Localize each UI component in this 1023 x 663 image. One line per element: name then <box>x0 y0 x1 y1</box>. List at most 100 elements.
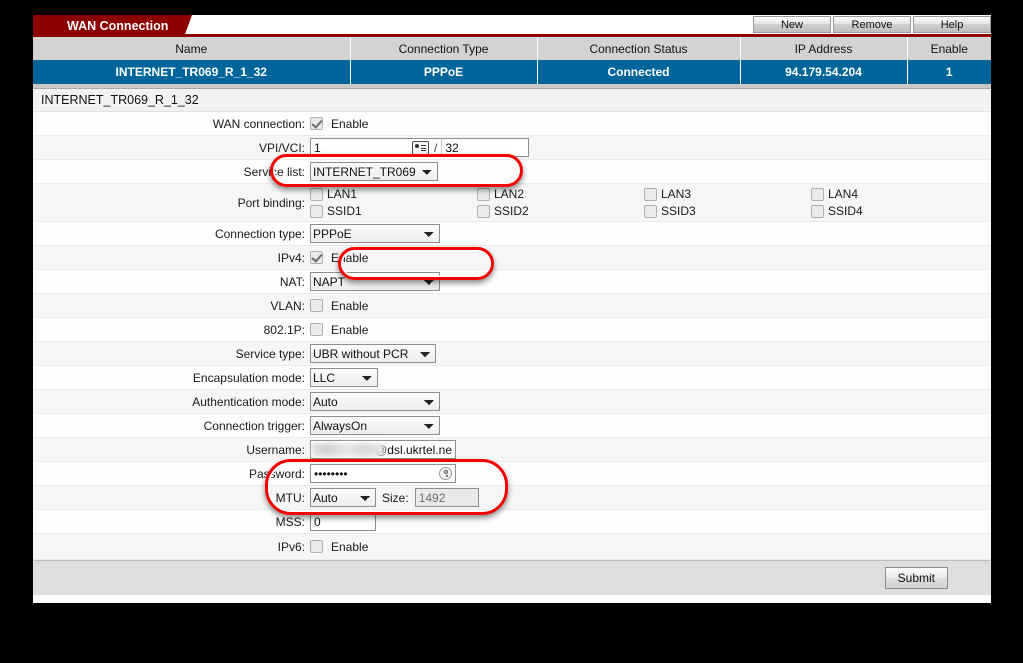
port-binding-ssid2[interactable]: SSID2 <box>477 204 644 218</box>
ssid3-label: SSID3 <box>661 204 696 218</box>
lan4-checkbox[interactable] <box>811 187 824 201</box>
connection-trigger-select[interactable]: AlwaysOn <box>310 416 440 435</box>
encapsulation-mode-select[interactable]: LLC <box>310 368 378 387</box>
label-vlan: VLAN: <box>270 298 305 313</box>
cell-name[interactable]: INTERNET_TR069_R_1_32 <box>33 60 351 84</box>
service-list-select[interactable]: INTERNET_TR069 <box>310 162 438 181</box>
col-header-ip-address: IP Address <box>740 37 908 60</box>
port-binding-lan3[interactable]: LAN3 <box>644 187 811 201</box>
col-header-name: Name <box>33 37 351 60</box>
wan-connection-checkbox[interactable] <box>310 117 323 130</box>
label-mtu: MTU: <box>275 490 305 505</box>
ssid2-checkbox[interactable] <box>477 204 490 218</box>
port-binding-ssid4[interactable]: SSID4 <box>811 204 978 218</box>
mtu-select[interactable]: Auto <box>310 488 376 507</box>
row-encapsulation-mode: Encapsulation mode: LLC <box>33 366 991 390</box>
username-input[interactable] <box>310 440 456 459</box>
lan2-label: LAN2 <box>494 187 525 201</box>
row-mss: MSS: <box>33 510 991 534</box>
table-row[interactable]: INTERNET_TR069_R_1_32 PPPoE Connected 94… <box>33 60 991 84</box>
connection-type-select[interactable]: PPPoE <box>310 224 440 243</box>
table-header-row: Name Connection Type Connection Status I… <box>33 37 991 60</box>
router-config-page: WAN Connection New Remove Help Name Conn… <box>33 15 991 603</box>
connection-list-table: Name Connection Type Connection Status I… <box>33 37 991 84</box>
row-password: Password: <box>33 462 991 486</box>
row-connection-type: Connection type: PPPoE <box>33 222 991 246</box>
lan1-checkbox[interactable] <box>310 187 323 201</box>
ipv6-checkbox-label: Enable <box>331 539 369 554</box>
form-footer: Submit <box>33 560 991 595</box>
label-service-type: Service type: <box>235 346 305 361</box>
label-encapsulation-mode: Encapsulation mode: <box>192 370 305 385</box>
username-field-group <box>310 440 456 459</box>
label-connection-trigger: Connection trigger: <box>203 418 305 433</box>
tab-wan-connection[interactable]: WAN Connection <box>33 15 193 37</box>
row-port-binding: Port binding: LAN1 LAN2 LAN3 LAN4 SSID1 … <box>33 184 991 222</box>
label-ipv6: IPv6: <box>277 539 305 554</box>
row-service-type: Service type: UBR without PCR <box>33 342 991 366</box>
port-binding-lan1[interactable]: LAN1 <box>310 187 477 201</box>
label-mss: MSS: <box>275 514 305 529</box>
row-vpi-vci: VPI/VCI: / <box>33 136 991 160</box>
row-ipv6: IPv6: Enable <box>33 534 991 560</box>
row-802-1p: 802.1P: Enable <box>33 318 991 342</box>
row-username: Username: <box>33 438 991 462</box>
label-username: Username: <box>246 442 305 457</box>
remove-button[interactable]: Remove <box>833 16 911 33</box>
lan2-checkbox[interactable] <box>477 187 490 201</box>
label-802-1p: 802.1P: <box>263 322 305 337</box>
service-type-select[interactable]: UBR without PCR <box>310 344 436 363</box>
contact-autofill-icon[interactable] <box>412 140 429 155</box>
port-binding-lan2[interactable]: LAN2 <box>477 187 644 201</box>
port-binding-lan4[interactable]: LAN4 <box>811 187 978 201</box>
mtu-size-input <box>414 488 479 507</box>
password-reveal-icon[interactable] <box>439 467 452 480</box>
cell-enable[interactable]: 1 <box>907 60 991 84</box>
row-vlan: VLAN: Enable <box>33 294 991 318</box>
new-button[interactable]: New <box>753 16 831 33</box>
tab-label: WAN Connection <box>67 19 169 33</box>
wan-connection-checkbox-label: Enable <box>331 116 369 131</box>
ssid1-checkbox[interactable] <box>310 204 323 218</box>
vci-input[interactable] <box>441 139 529 156</box>
cell-ip-address[interactable]: 94.179.54.204 <box>740 60 908 84</box>
ipv6-checkbox[interactable] <box>310 540 323 553</box>
label-wan-connection: WAN connection: <box>212 116 305 131</box>
ssid4-label: SSID4 <box>828 204 863 218</box>
dot1p-checkbox-label: Enable <box>331 322 369 337</box>
vlan-checkbox-label: Enable <box>331 298 369 313</box>
vlan-checkbox[interactable] <box>310 299 323 312</box>
lan1-label: LAN1 <box>327 187 358 201</box>
ssid4-checkbox[interactable] <box>811 204 824 218</box>
port-binding-grid: LAN1 LAN2 LAN3 LAN4 SSID1 SSID2 SSID3 SS… <box>310 184 991 221</box>
password-input[interactable] <box>310 464 456 483</box>
label-nat: NAT: <box>279 274 305 289</box>
label-password: Password: <box>248 466 305 481</box>
cell-connection-type[interactable]: PPPoE <box>350 60 538 84</box>
vpi-vci-field-group: / <box>310 138 530 157</box>
port-binding-ssid1[interactable]: SSID1 <box>310 204 477 218</box>
cell-connection-status[interactable]: Connected <box>537 60 741 84</box>
label-port-binding: Port binding: <box>237 195 305 210</box>
row-wan-connection: WAN connection: Enable <box>33 112 991 136</box>
detail-form: WAN connection: Enable VPI/VCI: / Servic… <box>33 112 991 560</box>
submit-button[interactable]: Submit <box>884 567 948 589</box>
authentication-mode-select[interactable]: Auto <box>310 392 440 411</box>
ssid3-checkbox[interactable] <box>644 204 657 218</box>
lan3-checkbox[interactable] <box>644 187 657 201</box>
dot1p-checkbox[interactable] <box>310 323 323 336</box>
tab-strip: WAN Connection New Remove Help <box>33 15 991 37</box>
help-button[interactable]: Help <box>913 16 991 33</box>
row-mtu: MTU: Auto Size: <box>33 486 991 510</box>
vpi-vci-separator: / <box>434 140 438 155</box>
ipv4-checkbox-label: Enable <box>331 250 369 265</box>
vpi-input[interactable] <box>311 139 412 156</box>
row-service-list: Service list: INTERNET_TR069 <box>33 160 991 184</box>
nat-select[interactable]: NAPT <box>310 272 440 291</box>
mss-input[interactable] <box>310 512 376 531</box>
label-mtu-size: Size: <box>382 490 409 505</box>
ipv4-checkbox[interactable] <box>310 251 323 264</box>
col-header-connection-type: Connection Type <box>350 37 538 60</box>
port-binding-ssid3[interactable]: SSID3 <box>644 204 811 218</box>
col-header-connection-status: Connection Status <box>537 37 741 60</box>
